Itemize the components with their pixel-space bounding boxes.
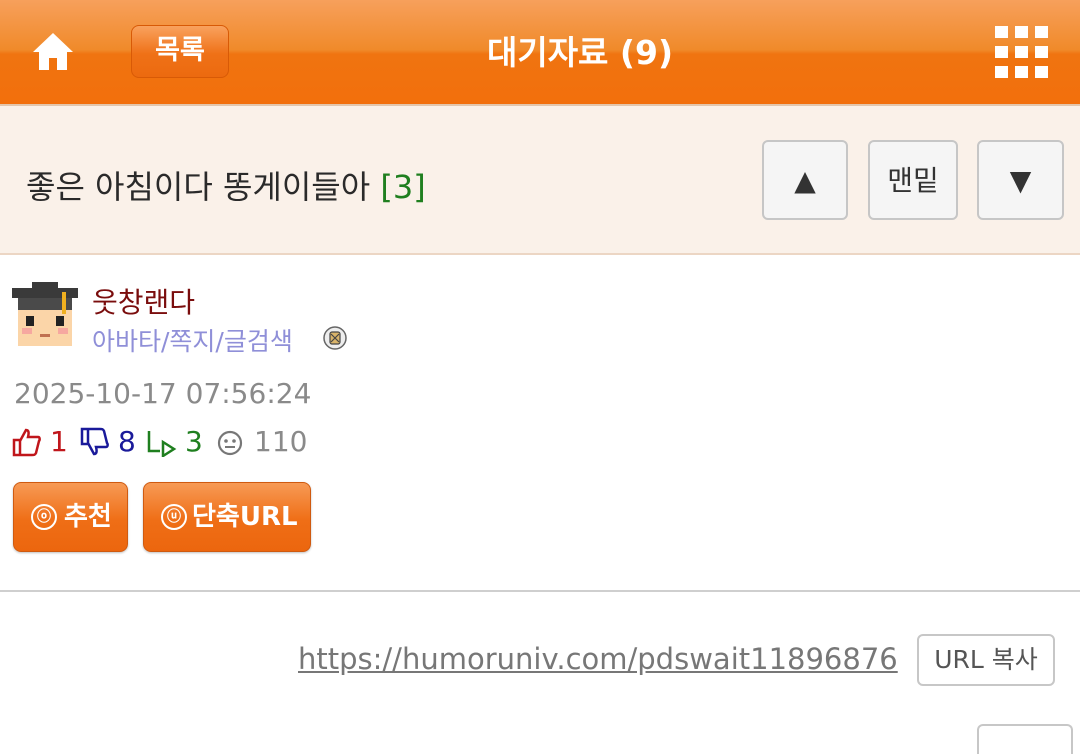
post-url-link[interactable]: https://humoruniv.com/pdswait11896876 [298, 642, 898, 676]
reply-arrow-icon [147, 431, 177, 457]
divider [0, 590, 1080, 592]
comment-count[interactable]: [3] [380, 168, 425, 206]
thumbs-up-icon [12, 428, 41, 457]
like-stat: 1 [12, 424, 72, 460]
copy-url-button[interactable]: URL 복사 [917, 634, 1055, 686]
like-count: 1 [50, 425, 68, 458]
view-face-icon [217, 430, 243, 456]
dislike-stat: 8 [80, 424, 140, 460]
top-bar: 목록 대기자료 (9) [0, 0, 1080, 106]
avatar[interactable] [12, 282, 78, 352]
dislike-count: 8 [118, 425, 136, 458]
author-links[interactable]: 아바타/쪽지/글검색 [92, 322, 293, 358]
view-count: 110 [254, 425, 308, 458]
scroll-down-button[interactable]: ▼ [977, 140, 1064, 220]
post-subject-bar: 좋은 아침이다 똥게이들아 [3] ▲ 맨밑 ▼ [0, 106, 1080, 255]
member-badge-icon [323, 326, 347, 350]
partial-button[interactable] [977, 724, 1073, 754]
reply-stat: 3 [146, 424, 206, 460]
short-url-label: 단축URL [192, 502, 298, 532]
view-stat: 110 [216, 424, 316, 460]
scroll-bottom-button[interactable]: 맨밑 [868, 140, 958, 220]
author-name[interactable]: 웃창랜다 [92, 281, 195, 321]
short-url-icon: ⓤ [161, 504, 187, 530]
scroll-up-button[interactable]: ▲ [762, 140, 848, 220]
post-subject-text: 좋은 아침이다 똥게이들아 [26, 168, 371, 206]
post-subject: 좋은 아침이다 똥게이들아 [3] [26, 162, 426, 208]
grid-menu-icon[interactable] [995, 26, 1049, 80]
reply-count: 3 [185, 425, 203, 458]
recommend-icon: ⓞ [31, 504, 57, 530]
recommend-label: 추천 [64, 502, 112, 532]
post-datetime: 2025-10-17 07:56:24 [14, 377, 312, 410]
short-url-button[interactable]: ⓤ 단축URL [143, 482, 311, 552]
thumbs-down-icon [80, 427, 109, 456]
recommend-button[interactable]: ⓞ 추천 [13, 482, 128, 552]
page-title: 대기자료 (9) [486, 33, 674, 72]
